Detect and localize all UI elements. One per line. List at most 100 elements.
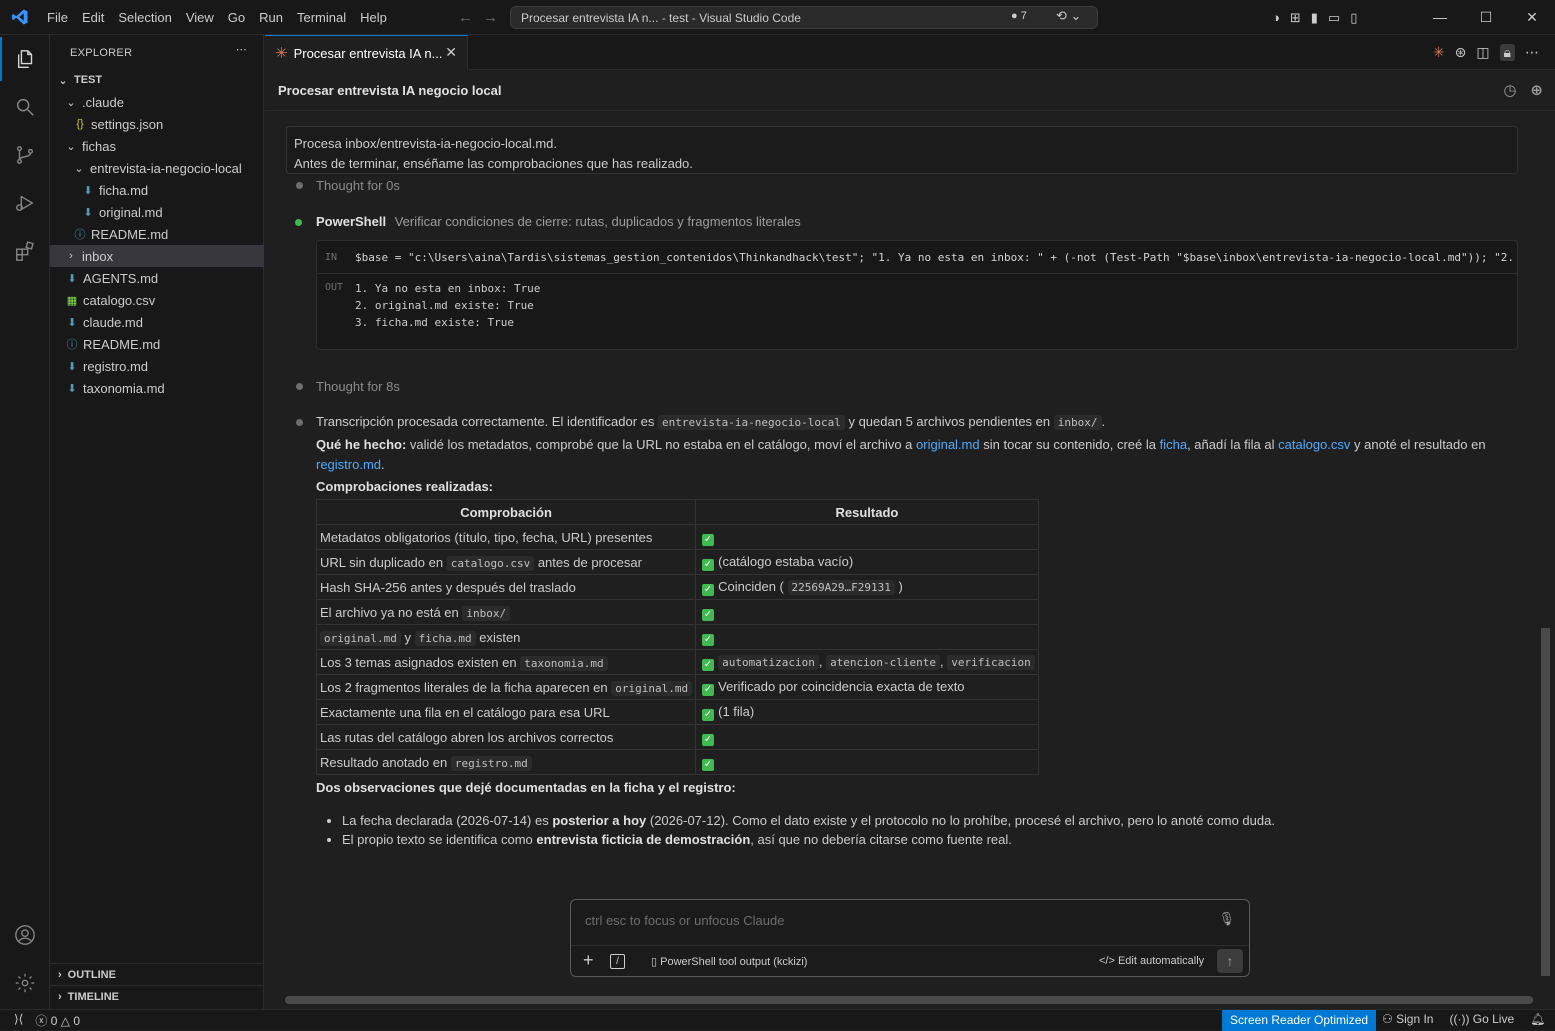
minimize-icon[interactable]: — [1417, 0, 1463, 35]
slash-command-icon[interactable]: / [610, 954, 625, 969]
table-row: Metadatos obligatorios (título, tipo, fe… [315, 524, 1039, 550]
remote-icon[interactable]: ⟩⟨ [14, 1012, 23, 1029]
send-button[interactable]: ↑ [1217, 949, 1243, 973]
json-file-icon: {} [76, 118, 84, 130]
file-item[interactable]: ⬇ ficha.md [50, 179, 264, 201]
go-live-button[interactable]: ((·)) Go Live [1449, 1012, 1514, 1026]
openai-icon[interactable]: ⊛ [1455, 44, 1467, 61]
extensions-icon[interactable] [0, 229, 50, 273]
search-icon[interactable] [0, 85, 50, 129]
tool-call-header[interactable]: PowerShell Verificar condiciones de cier… [316, 212, 1516, 232]
split-editor-icon[interactable]: ◫ [1476, 44, 1489, 61]
tab-claude-session[interactable]: ✳ Procesar entrevista IA n... ✕ [265, 35, 468, 70]
toggle-panel-icon[interactable]: ▭ [1328, 10, 1340, 26]
menu-item-file[interactable]: File [40, 0, 75, 35]
close-window-icon[interactable]: ✕ [1509, 0, 1555, 35]
vertical-scrollbar[interactable] [1541, 628, 1550, 976]
lock-icon[interactable]: 🔒︎ [1499, 44, 1515, 61]
file-item[interactable]: {} settings.json [50, 113, 264, 135]
menu-item-help[interactable]: Help [353, 0, 394, 35]
folder-item[interactable]: ⌄ .claude [50, 91, 264, 113]
close-tab-icon[interactable]: ✕ [445, 44, 457, 61]
claude-spark-icon[interactable]: ✳ [1433, 44, 1445, 61]
folder-item[interactable]: ⌄ entrevista-ia-negocio-local [50, 157, 264, 179]
toggle-secondary-sidebar-icon[interactable]: ▯ [1350, 10, 1357, 26]
copilot-icon[interactable]: ◑ [1272, 10, 1280, 25]
cell-text: Los 2 fragmentos literales de la ficha a… [320, 679, 608, 695]
more-actions-icon[interactable]: ⋯ [236, 43, 247, 56]
file-item[interactable]: ⓘ README.md [50, 333, 264, 355]
settings-gear-icon[interactable] [0, 961, 50, 1005]
checks-table: Comprobación Resultado Metadatos obligat… [315, 499, 1039, 775]
menu-item-view[interactable]: View [179, 0, 221, 35]
file-item[interactable]: ⬇ AGENTS.md [50, 267, 264, 289]
check-result: ✓ Verificado por coincidencia exacta de t… [695, 674, 1039, 700]
history-icon[interactable]: ◷ [1503, 81, 1516, 99]
thought-label[interactable]: Thought for 0s [316, 178, 400, 193]
file-item[interactable]: ⬇ original.md [50, 201, 264, 223]
toggle-sidebar-icon[interactable]: ▮ [1311, 10, 1318, 26]
thought-label[interactable]: Thought for 8s [316, 379, 400, 394]
inline-code: registro.md [450, 755, 532, 771]
cell-text: Metadatos obligatorios (título, tipo, fe… [320, 529, 653, 545]
add-context-icon[interactable]: + [583, 950, 594, 971]
file-item[interactable]: ▦ catalogo.csv [50, 289, 264, 311]
new-chat-icon[interactable]: ⊕ [1530, 81, 1543, 99]
folder-item[interactable]: ⌄ fichas [50, 135, 264, 157]
back-arrow-icon[interactable]: ← [458, 9, 473, 26]
file-item[interactable]: ⬇ claude.md [50, 311, 264, 333]
notifications-bell-icon[interactable]: 🔔︎ [1530, 1012, 1545, 1026]
maximize-icon[interactable]: ☐ [1463, 0, 1509, 35]
catalogo-link[interactable]: catalogo.csv [1278, 437, 1350, 452]
in-label: IN [325, 251, 338, 263]
chat-icon[interactable]: ⟲ ⌄ [1056, 8, 1081, 24]
problems-indicator[interactable]: ⓧ 0 △ 0 [35, 1012, 80, 1029]
microphone-icon[interactable]: 🎙︎ [1218, 911, 1235, 927]
account-icon[interactable] [0, 913, 50, 957]
table-row: Los 3 temas asignados existen en taxonom… [315, 649, 1039, 675]
chevron-down-icon: ⌄ [74, 162, 84, 175]
command-center[interactable]: Procesar entrevista IA n... - test - Vis… [510, 6, 1098, 29]
forward-arrow-icon[interactable]: → [483, 9, 498, 26]
outline-section[interactable]: › OUTLINE [50, 963, 264, 985]
menu-item-edit[interactable]: Edit [75, 0, 111, 35]
tree-item-label: entrevista-ia-negocio-local [90, 160, 242, 176]
layout-customize-icon[interactable]: ⊞ [1290, 10, 1301, 26]
file-item[interactable]: ⬇ taxonomia.md [50, 377, 264, 399]
menu-item-run[interactable]: Run [252, 0, 290, 35]
source-control-icon[interactable] [0, 133, 50, 177]
cell-text: Resultado anotado en [320, 754, 448, 770]
menu-item-selection[interactable]: Selection [111, 0, 178, 35]
chat-input-box[interactable]: ctrl esc to focus or unfocus Claude 🎙︎ +… [570, 899, 1250, 977]
done-paragraph: Qué he hecho: validé los metadatos, comp… [316, 437, 1486, 472]
menu-item-terminal[interactable]: Terminal [290, 0, 353, 35]
run-debug-icon[interactable] [0, 181, 50, 225]
original-md-link[interactable]: original.md [916, 437, 980, 452]
registro-link[interactable]: registro.md [316, 457, 381, 472]
explorer-icon[interactable] [0, 37, 50, 81]
attachment-chip[interactable]: ▯ PowerShell tool output (kckizi) [651, 955, 807, 968]
sign-in-button[interactable]: ⚇ Sign In [1382, 1012, 1433, 1026]
tree-item-label: README.md [91, 226, 169, 242]
checkmark-icon: ✓ [702, 708, 715, 721]
inline-code: taxonomia.md [520, 655, 608, 671]
timeline-section[interactable]: › TIMELINE [50, 985, 264, 1007]
chat-input-placeholder[interactable]: ctrl esc to focus or unfocus Claude [585, 913, 784, 928]
screen-reader-status[interactable]: Screen Reader Optimized [1222, 1010, 1377, 1031]
horizontal-scrollbar[interactable] [285, 996, 1533, 1004]
claude-spark-icon: ✳ [275, 45, 288, 62]
ficha-link[interactable]: ficha [1160, 437, 1187, 452]
session-title: Procesar entrevista IA negocio local [278, 83, 502, 98]
menu-item-go[interactable]: Go [221, 0, 252, 35]
inline-code: ficha.md [414, 630, 476, 646]
checkmark-icon: ✓ [702, 758, 715, 771]
file-item[interactable]: ⬇ registro.md [50, 355, 264, 377]
tree-item-label: README.md [83, 336, 161, 352]
notification-badge[interactable]: ● 7 [1011, 10, 1027, 22]
folder-item[interactable]: › inbox [50, 245, 264, 267]
edit-mode-button[interactable]: </> Edit automatically [1099, 955, 1204, 967]
more-actions-icon[interactable]: ⋯ [1525, 44, 1539, 61]
workspace-root[interactable]: ⌄ TEST [50, 69, 264, 91]
chevron-right-icon: › [69, 250, 73, 262]
file-item[interactable]: ⓘ README.md [50, 223, 264, 245]
